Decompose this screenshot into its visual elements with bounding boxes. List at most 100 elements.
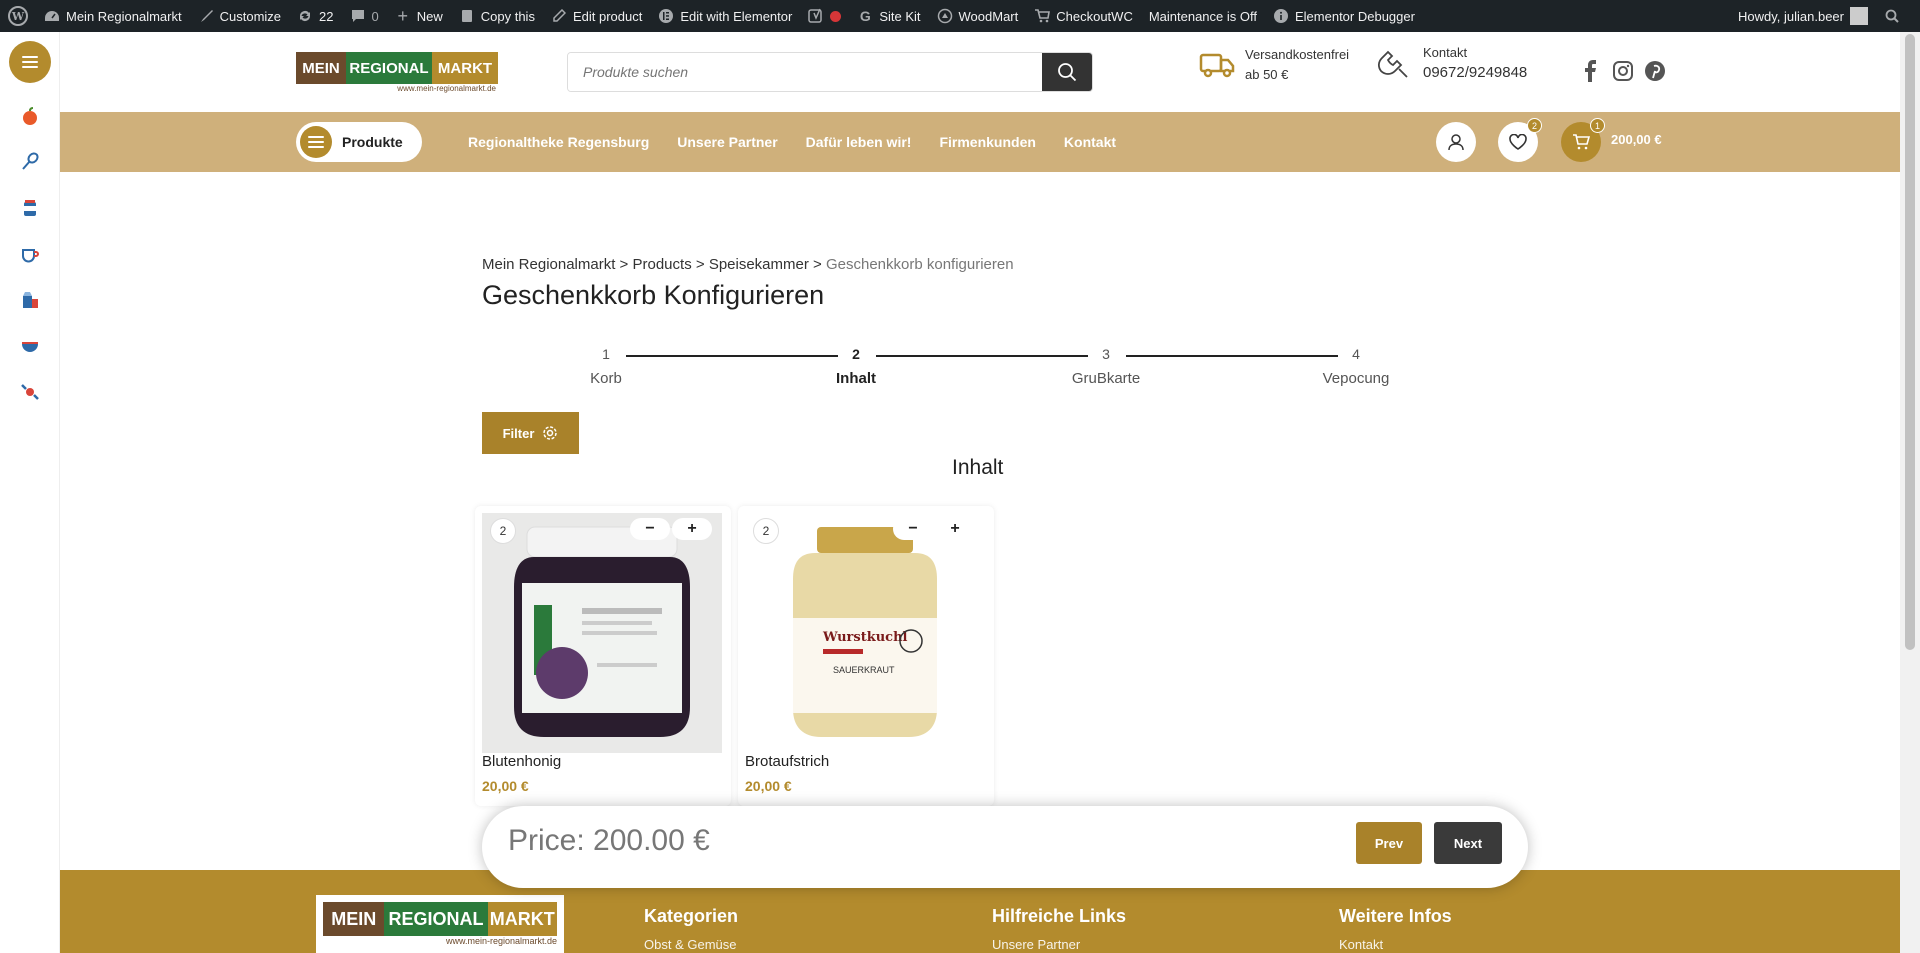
- facebook-icon[interactable]: [1580, 60, 1602, 82]
- product-price: 20,00 €: [482, 778, 529, 794]
- nav-link-firmenkunden[interactable]: Firmenkunden: [925, 134, 1049, 150]
- adminbar-label: New: [416, 8, 443, 24]
- jar-icon[interactable]: [17, 195, 43, 221]
- quantity-badge: 2: [490, 518, 516, 544]
- tea-cup-icon[interactable]: [17, 241, 43, 267]
- logo-url: www.mein-regionalmarkt.de: [445, 936, 557, 946]
- step-number: 1: [602, 346, 610, 362]
- bowl-icon[interactable]: [17, 333, 43, 359]
- cart-total[interactable]: 200,00 €: [1611, 132, 1662, 147]
- step-korb[interactable]: 1 Korb: [546, 346, 666, 387]
- prev-button[interactable]: Prev: [1356, 822, 1422, 864]
- breadcrumb-separator: >: [808, 256, 826, 273]
- configurator-steps: 1 Korb 2 Inhalt 3 GruBkarte 4 Vepocung: [482, 346, 1392, 396]
- page-scrollbar[interactable]: [1900, 32, 1920, 953]
- adminbar-edit-elementor[interactable]: Edit with Elementor: [650, 0, 800, 32]
- footer-link[interactable]: Kontakt: [1339, 937, 1452, 952]
- scrollbar-thumb[interactable]: [1905, 34, 1915, 650]
- page-title: Geschenkkorb Konfigurieren: [482, 280, 825, 310]
- candy-icon[interactable]: [17, 379, 43, 405]
- adminbar-yoast[interactable]: [800, 0, 849, 32]
- wishlist-button[interactable]: 2: [1498, 118, 1542, 162]
- adminbar-my-account[interactable]: Howdy, julian.beer: [1730, 0, 1876, 32]
- main-navigation-bar: Produkte Regionaltheke Regensburg Unsere…: [60, 112, 1900, 172]
- footer-link[interactable]: Obst & Gemüse: [644, 937, 738, 952]
- footer-link[interactable]: Unsere Partner: [992, 937, 1126, 952]
- footer-logo[interactable]: MEIN REGIONAL MARKT www.mein-regionalmar…: [316, 895, 564, 953]
- cart-icon: [1573, 134, 1590, 150]
- adminbar-maintenance[interactable]: Maintenance is Off: [1141, 0, 1265, 32]
- adminbar-woodmart[interactable]: WoodMart: [929, 0, 1027, 32]
- apple-icon[interactable]: [17, 103, 43, 129]
- adminbar-customize[interactable]: Customize: [190, 0, 289, 32]
- user-icon: [1448, 134, 1464, 151]
- breadcrumb-category[interactable]: Speisekammer: [709, 256, 809, 273]
- avatar: [1850, 7, 1868, 25]
- step-inhalt[interactable]: 2 Inhalt: [796, 346, 916, 387]
- contact-info[interactable]: Kontakt 09672/9249848: [1377, 43, 1527, 83]
- adminbar-site-kit[interactable]: G Site Kit: [849, 0, 928, 32]
- pinterest-icon[interactable]: [1644, 60, 1666, 82]
- adminbar-comments[interactable]: 0: [342, 0, 387, 32]
- breadcrumb-products[interactable]: Products: [633, 256, 692, 273]
- breadcrumb-home[interactable]: Mein Regionalmarkt: [482, 256, 615, 273]
- shipping-line1: Versandkostenfrei: [1245, 47, 1350, 62]
- free-shipping-info: Versandkostenfrei ab 50 €: [1199, 45, 1349, 85]
- cart-button[interactable]: 1: [1561, 118, 1605, 162]
- nav-link-partner[interactable]: Unsere Partner: [663, 134, 791, 150]
- decrease-button[interactable]: −: [893, 518, 933, 540]
- sidebar-menu-button[interactable]: [8, 41, 51, 83]
- adminbar-new[interactable]: + New: [387, 0, 451, 32]
- brush-icon: [198, 8, 214, 24]
- adminbar-label: Elementor Debugger: [1294, 8, 1415, 24]
- adminbar-copy-this[interactable]: Copy this: [451, 0, 543, 32]
- adminbar-search[interactable]: [1876, 0, 1920, 32]
- adminbar-edit-product[interactable]: Edit product: [543, 0, 650, 32]
- woodmart-icon: [937, 8, 953, 24]
- header-top: MEIN REGIONAL MARKT www.mein-regionalmar…: [60, 32, 1900, 112]
- adminbar-site-name[interactable]: Mein Regionalmarkt: [36, 0, 190, 32]
- updates-icon: [297, 8, 313, 24]
- breadcrumb: Mein Regionalmarkt > Products > Speiseka…: [482, 256, 1014, 273]
- adminbar-updates[interactable]: 22: [289, 0, 341, 32]
- decrease-button[interactable]: −: [630, 518, 670, 540]
- site-logo[interactable]: MEIN REGIONAL MARKT www.mein-regionalmar…: [296, 52, 498, 93]
- nav-link-kontakt[interactable]: Kontakt: [1050, 134, 1130, 150]
- milk-drink-icon[interactable]: [17, 287, 43, 313]
- seo-status-dot: [830, 10, 842, 22]
- produkte-menu-button[interactable]: Produkte: [296, 122, 422, 162]
- account-button[interactable]: [1436, 122, 1476, 162]
- increase-button[interactable]: +: [935, 518, 975, 540]
- adminbar-label: Customize: [219, 8, 282, 24]
- logo-mein: MEIN: [323, 902, 385, 936]
- nav-link-about[interactable]: Dafür leben wir!: [792, 134, 926, 150]
- sticky-price-bar: Price: 200.00 € Prev Next: [482, 806, 1528, 888]
- wp-logo-menu[interactable]: W: [0, 0, 36, 32]
- next-button[interactable]: Next: [1434, 822, 1502, 864]
- adminbar-checkoutwc[interactable]: CheckoutWC: [1026, 0, 1141, 32]
- product-card[interactable]: Wurstkuchl SAUERKRAUT 2 − + Brotaufstric…: [738, 506, 994, 806]
- footer-column-links: Hilfreiche Links Unsere Partner: [992, 906, 1126, 952]
- adminbar-label: Copy this: [480, 8, 535, 24]
- adminbar-elementor-debugger[interactable]: Elementor Debugger: [1265, 0, 1423, 32]
- product-card[interactable]: 2 − + Blutenhonig 20,00 €: [475, 506, 731, 806]
- adminbar-label: 22: [319, 8, 334, 24]
- increase-button[interactable]: +: [672, 518, 712, 540]
- search-button[interactable]: [1042, 53, 1092, 91]
- step-verpackung[interactable]: 4 Vepocung: [1296, 346, 1416, 387]
- filter-button[interactable]: Filter: [482, 412, 579, 454]
- nav-link-regionaltheke[interactable]: Regionaltheke Regensburg: [454, 134, 663, 150]
- filter-label: Filter: [502, 425, 535, 441]
- instagram-icon[interactable]: [1612, 60, 1634, 82]
- spoon-icon[interactable]: [17, 149, 43, 175]
- search-input[interactable]: [568, 53, 1042, 91]
- step-grusskarte[interactable]: 3 GruBkarte: [1046, 346, 1166, 387]
- adminbar-label: Mein Regionalmarkt: [66, 8, 182, 24]
- product-name[interactable]: Blutenhonig: [482, 753, 561, 770]
- wp-admin-bar: W Mein Regionalmarkt Customize 22 0 + Ne…: [0, 0, 1920, 32]
- breadcrumb-separator: >: [615, 256, 633, 273]
- product-name[interactable]: Brotaufstrich: [745, 753, 829, 770]
- step-label: Korb: [590, 370, 622, 387]
- breadcrumb-current: Geschenkkorb konfigurieren: [825, 256, 1014, 273]
- quantity-badge: 2: [753, 518, 779, 544]
